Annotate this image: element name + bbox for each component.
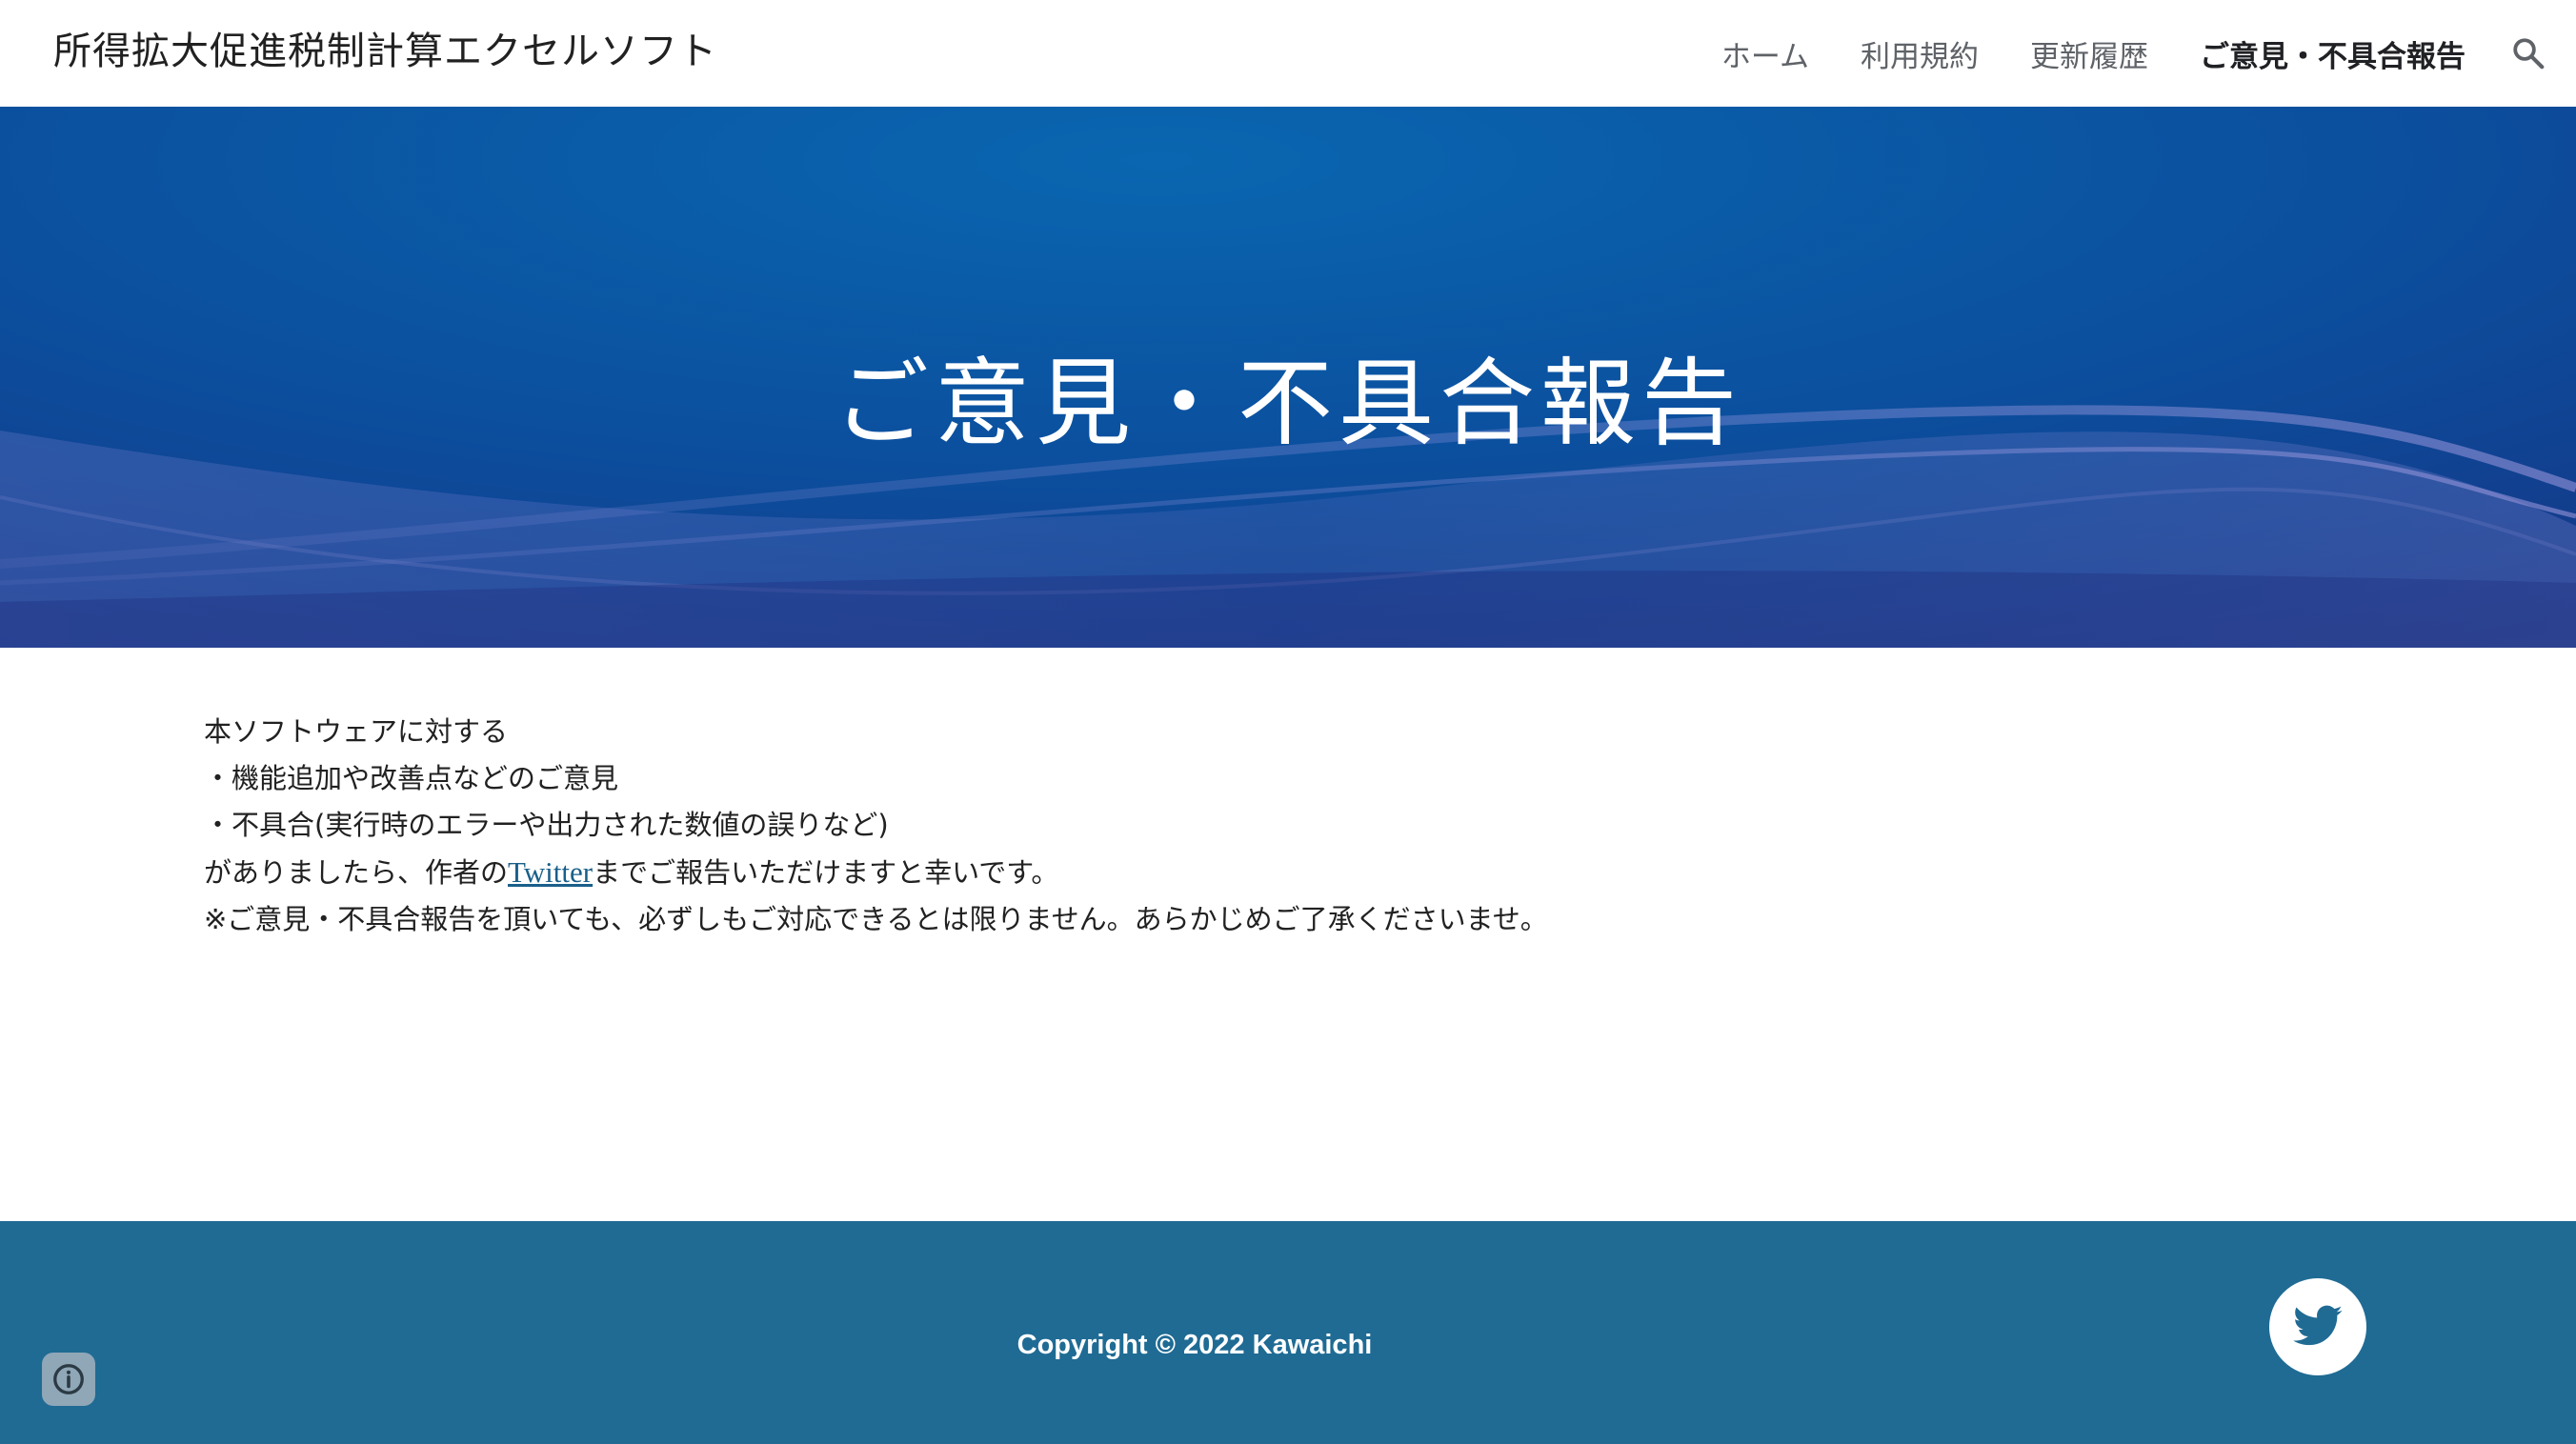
content-line-bug-reports: ・不具合(実行時のエラーや出力された数値の誤りなど) [204,809,889,841]
nav-item-home[interactable]: ホーム [1721,32,1809,75]
site-title[interactable]: 所得拡大促進税制計算エクセルソフト [53,25,717,78]
content-line-contact: がありましたら、作者のTwitterまでご報告いただけますと幸いです。 [204,849,2395,896]
twitter-link[interactable]: Twitter [508,855,593,889]
contact-text-after: までご報告いただけますと幸いです。 [593,856,1059,889]
search-button[interactable] [2509,34,2547,72]
site-header: 所得拡大促進税制計算エクセルソフト ホーム 利用規約 更新履歴 ご意見・不具合報… [0,0,2576,107]
main-nav: ホーム 利用規約 更新履歴 ご意見・不具合報告 [1721,0,2576,107]
search-icon [2513,38,2545,70]
page-title: ご意見・不具合報告 [834,348,1742,459]
main-content: 本ソフトウェアに対する ・機能追加や改善点などのご意見 ・不具合(実行時のエラー… [204,709,2395,943]
content-line-intro: 本ソフトウェアに対する [204,715,509,748]
contact-text-before: がありましたら、作者の [204,856,509,889]
twitter-icon [2293,1305,2343,1346]
site-info-button[interactable] [42,1353,95,1406]
twitter-button[interactable] [2269,1278,2366,1375]
copyright-text: Copyright © 2022 Kawaichi [1016,1330,1373,1360]
nav-item-feedback[interactable]: ご意見・不具合報告 [2200,32,2465,75]
content-line-feature-requests: ・機能追加や改善点などのご意見 [204,762,619,794]
content-line-disclaimer: ※ご意見・不具合報告を頂いても、必ずしもご対応できるとは限りません。あらかじめご… [204,903,1548,935]
hero-banner: ご意見・不具合報告 [0,107,2576,648]
page: 所得拡大促進税制計算エクセルソフト ホーム 利用規約 更新履歴 ご意見・不具合報… [0,0,2576,1444]
site-footer: Copyright © 2022 Kawaichi [0,1221,2576,1444]
info-icon [53,1364,84,1394]
nav-item-terms[interactable]: 利用規約 [1861,32,1979,75]
nav-item-history[interactable]: 更新履歴 [2030,32,2148,75]
